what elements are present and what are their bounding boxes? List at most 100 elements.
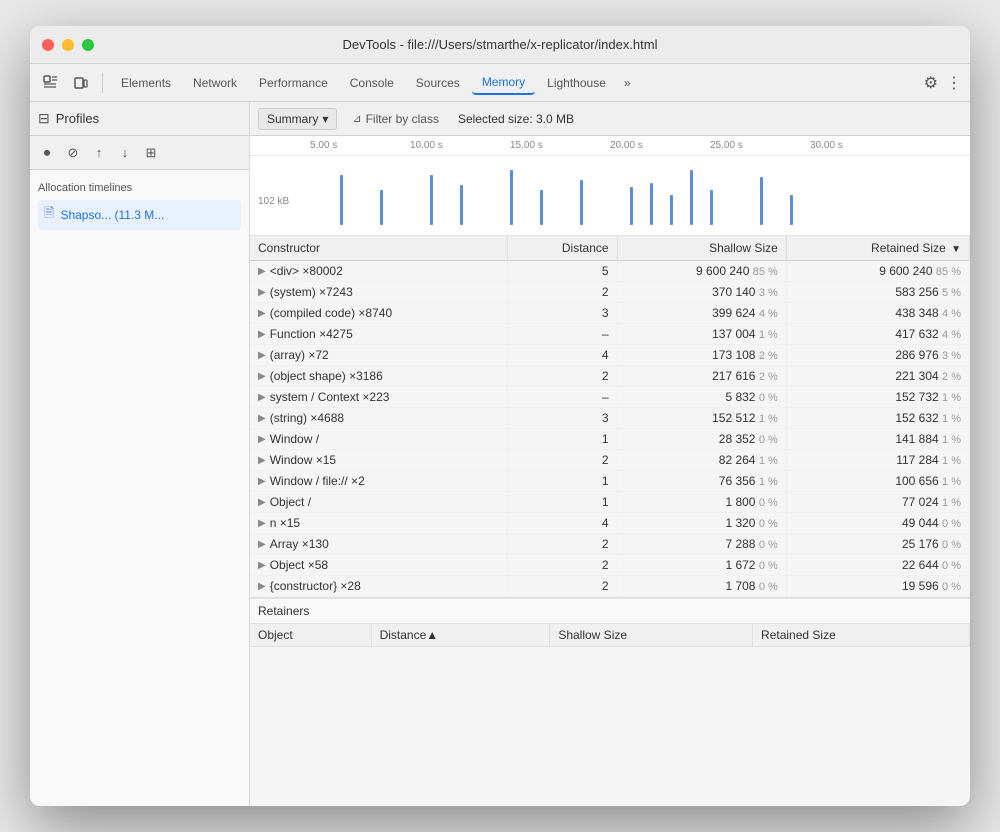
more-tabs[interactable]: » [618, 72, 637, 94]
constructor-name: {constructor} ×28 [270, 579, 361, 593]
tab-elements[interactable]: Elements [111, 72, 181, 94]
ruler-mark-30: 30.00 s [810, 140, 843, 151]
table-row[interactable]: ▶system / Context ×223 – 5 832 0 % 152 7… [250, 387, 970, 408]
table-row[interactable]: ▶{constructor} ×28 2 1 708 0 % 19 596 0 … [250, 576, 970, 597]
expand-icon[interactable]: ▶ [258, 476, 266, 487]
tab-memory[interactable]: Memory [472, 71, 535, 95]
ret-header-retained[interactable]: Retained Size [753, 624, 970, 647]
table-row[interactable]: ▶Object ×58 2 1 672 0 % 22 644 0 % [250, 555, 970, 576]
expand-icon[interactable]: ▶ [258, 350, 266, 361]
summary-label: Summary [267, 112, 318, 126]
table-row[interactable]: ▶Object / 1 1 800 0 % 77 024 1 % [250, 492, 970, 513]
retained-val: 286 976 3 % [786, 345, 969, 366]
expand-icon[interactable]: ▶ [258, 371, 266, 382]
table-row[interactable]: ▶Window / 1 28 352 0 % 141 884 1 % [250, 429, 970, 450]
bar-6 [540, 190, 543, 225]
ret-header-shallow[interactable]: Shallow Size [550, 624, 753, 647]
bar-14 [790, 195, 793, 225]
devtools-window: DevTools - file:///Users/stmarthe/x-repl… [30, 26, 970, 806]
table-row[interactable]: ▶(string) ×4688 3 152 512 1 % 152 632 1 … [250, 408, 970, 429]
header-constructor[interactable]: Constructor [250, 236, 508, 261]
bar-5 [510, 170, 513, 225]
constructor-name: Object / [270, 495, 311, 509]
expand-icon[interactable]: ▶ [258, 392, 266, 403]
maximize-button[interactable] [82, 39, 94, 51]
retained-val: 221 304 2 % [786, 366, 969, 387]
constructor-name: Window / [270, 432, 319, 446]
expand-icon[interactable]: ▶ [258, 518, 266, 529]
more-options-icon[interactable]: ⋮ [946, 73, 962, 93]
sidebar-toolbar: ⏺ ⊘ ↑ ↓ ⊞ [30, 136, 249, 170]
table-row[interactable]: ▶Window / file:// ×2 1 76 356 1 % 100 65… [250, 471, 970, 492]
table-row[interactable]: ▶<div> ×80002 5 9 600 240 85 % 9 600 240… [250, 261, 970, 282]
retained-val: 9 600 240 85 % [786, 261, 969, 282]
table-row[interactable]: ▶(system) ×7243 2 370 140 3 % 583 256 5 … [250, 282, 970, 303]
expand-icon[interactable]: ▶ [258, 434, 266, 445]
header-shallow[interactable]: Shallow Size [617, 236, 786, 261]
heap-table: Constructor Distance Shallow Size Retain… [250, 236, 970, 597]
tab-lighthouse[interactable]: Lighthouse [537, 72, 616, 94]
clear-icon[interactable]: ⊞ [140, 142, 162, 164]
snapshot-label: Shapso... (11.3 M... [60, 208, 164, 222]
expand-icon[interactable]: ▶ [258, 413, 266, 424]
header-distance[interactable]: Distance [508, 236, 617, 261]
expand-icon[interactable]: ▶ [258, 455, 266, 466]
filter-label: Filter by class [366, 112, 439, 126]
retained-val: 152 732 1 % [786, 387, 969, 408]
shallow-val: 370 140 3 % [617, 282, 786, 303]
constructor-name: Object ×58 [270, 558, 328, 572]
ret-header-distance[interactable]: Distance▲ [371, 624, 550, 647]
expand-icon[interactable]: ▶ [258, 581, 266, 592]
tab-sources[interactable]: Sources [406, 72, 470, 94]
sliders-icon: ⊟ [38, 110, 50, 127]
shallow-val: 399 624 4 % [617, 303, 786, 324]
table-wrapper[interactable]: Constructor Distance Shallow Size Retain… [250, 236, 970, 806]
header-retained[interactable]: Retained Size ▼ [786, 236, 969, 261]
table-row[interactable]: ▶Window ×15 2 82 264 1 % 117 284 1 % [250, 450, 970, 471]
expand-icon[interactable]: ▶ [258, 308, 266, 319]
device-icon[interactable] [68, 70, 94, 96]
timeline-bars [250, 156, 970, 235]
shallow-val: 9 600 240 85 % [617, 261, 786, 282]
timeline-area: 5.00 s 10.00 s 15.00 s 20.00 s 25.00 s 3… [250, 136, 970, 236]
expand-icon[interactable]: ▶ [258, 287, 266, 298]
minimize-button[interactable] [62, 39, 74, 51]
bar-3 [430, 175, 433, 225]
ret-header-object[interactable]: Object [250, 624, 371, 647]
retained-val: 77 024 1 % [786, 492, 969, 513]
filter-button[interactable]: ⊿ Filter by class [343, 108, 448, 130]
stop-icon[interactable]: ⊘ [62, 142, 84, 164]
record-icon[interactable]: ⏺ [36, 142, 58, 164]
expand-icon[interactable]: ▶ [258, 329, 266, 340]
table-row[interactable]: ▶(compiled code) ×8740 3 399 624 4 % 438… [250, 303, 970, 324]
retainers-table: Object Distance▲ Shallow Size Retained S… [250, 624, 970, 727]
upload-icon[interactable]: ↑ [88, 142, 110, 164]
summary-button[interactable]: Summary ▾ [258, 108, 337, 130]
retainers-table-header: Object Distance▲ Shallow Size Retained S… [250, 624, 970, 647]
right-panel: Summary ▾ ⊿ Filter by class Selected siz… [250, 102, 970, 806]
tab-console[interactable]: Console [340, 72, 404, 94]
tab-performance[interactable]: Performance [249, 72, 338, 94]
table-row[interactable]: ▶n ×15 4 1 320 0 % 49 044 0 % [250, 513, 970, 534]
ruler-mark-20: 20.00 s [610, 140, 643, 151]
table-row[interactable]: ▶Array ×130 2 7 288 0 % 25 176 0 % [250, 534, 970, 555]
expand-icon[interactable]: ▶ [258, 497, 266, 508]
table-row[interactable]: ▶(array) ×72 4 173 108 2 % 286 976 3 % [250, 345, 970, 366]
distance-val: 3 [508, 408, 617, 429]
expand-icon[interactable]: ▶ [258, 560, 266, 571]
tab-network[interactable]: Network [183, 72, 247, 94]
sidebar-content: Allocation timelines 🗎 Shapso... (11.3 M… [30, 170, 249, 806]
settings-icon[interactable]: ⚙ [924, 73, 938, 93]
constructor-name: Function ×4275 [270, 327, 353, 341]
traffic-lights [42, 39, 94, 51]
table-row[interactable]: ▶Function ×4275 – 137 004 1 % 417 632 4 … [250, 324, 970, 345]
close-button[interactable] [42, 39, 54, 51]
expand-icon[interactable]: ▶ [258, 266, 266, 277]
table-row[interactable]: ▶(object shape) ×3186 2 217 616 2 % 221 … [250, 366, 970, 387]
expand-icon[interactable]: ▶ [258, 539, 266, 550]
retained-val: 141 884 1 % [786, 429, 969, 450]
snapshot-item[interactable]: 🗎 Shapso... (11.3 M... [38, 200, 241, 230]
download-icon[interactable]: ↓ [114, 142, 136, 164]
inspect-icon[interactable] [38, 70, 64, 96]
bar-4 [460, 185, 463, 225]
